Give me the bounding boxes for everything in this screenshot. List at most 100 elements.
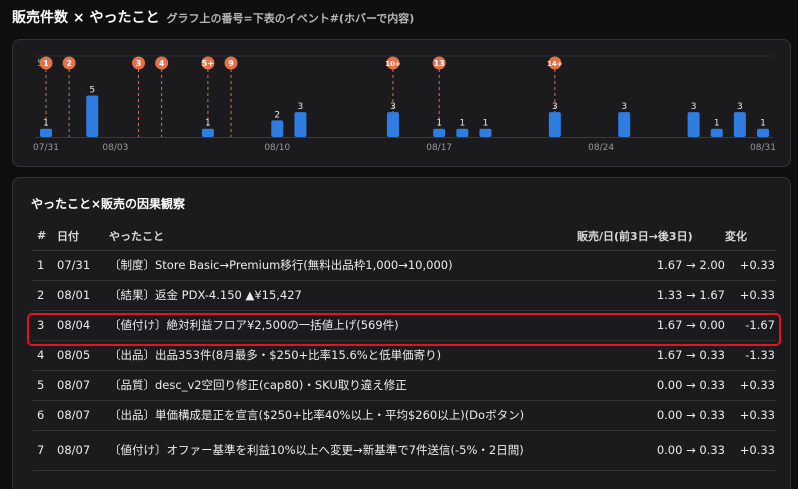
page-header: 販売件数 × やったこと グラフ上の番号=下表のイベント#(ホバーで内容)	[12, 7, 414, 29]
chart-edge-label: 5	[37, 59, 43, 69]
bar-value-label: 1	[483, 119, 489, 129]
bar-value-label: 3	[737, 102, 743, 112]
row-num: 5	[33, 370, 57, 401]
row-date: 08/07	[57, 400, 109, 431]
row-action: 〔出品〕単価構成是正を宣言($250+比率40%以上・平均$260以上)(Doボ…	[109, 400, 577, 431]
chart-bar	[86, 95, 99, 137]
row-num: 2	[33, 280, 57, 311]
column-header-date[interactable]: 日付	[57, 222, 109, 251]
page-title: 販売件数 × やったこと	[12, 10, 160, 26]
sales-bar-chart: 15123 31 1 13 3 31311 2 3 4 5+ 9 10+ 13 14+507/31 08/0…	[33, 55, 776, 153]
chart-bar	[201, 128, 214, 137]
row-action: 〔値付け〕絶対利益フロア¥2,500の一括値上げ(569件)	[109, 310, 577, 341]
chart-bar	[687, 112, 700, 137]
bar-value-label: 3	[621, 102, 627, 112]
bar-value-label: 1	[205, 119, 211, 129]
bar-value-label: 2	[274, 110, 280, 120]
table-header-row: # 日付 やったこと 販売/日(前3日→後3日) 変化	[33, 222, 775, 251]
events-table-panel: やったこと×販売の因果観察 # 日付 やったこと 販売/日(前3日→後3日) 変…	[12, 177, 791, 489]
row-sales: 1.67 → 2.00	[577, 250, 725, 281]
chart-bar	[294, 112, 307, 137]
row-change: +0.33	[725, 280, 775, 311]
table-title: やったこと×販売の因果観察	[31, 197, 186, 211]
row-change: -1.33	[725, 340, 775, 371]
row-date: 08/04	[57, 310, 109, 341]
x-tick-label: 08/24	[588, 143, 614, 153]
chart-bar	[456, 128, 469, 137]
bar-value-label: 3	[298, 102, 304, 112]
row-date: 07/31	[57, 250, 109, 281]
row-num: 6	[33, 400, 57, 431]
row-date: 08/05	[57, 340, 109, 371]
table-row[interactable]: 1 07/31 〔制度〕Store Basic→Premium移行(無料出品枠1…	[33, 250, 775, 281]
row-action: 〔結果〕返金 PDX-4.150 ▲¥15,427	[109, 280, 577, 311]
column-header-action[interactable]: やったこと	[109, 222, 577, 251]
chart-bar	[433, 128, 446, 137]
row-change: +0.33	[725, 370, 775, 401]
bar-value-label: 3	[552, 102, 558, 112]
table-row[interactable]: 4 08/05 〔出品〕出品353件(8月最多・$250+比率15.6%と低単価…	[33, 340, 775, 371]
table-row[interactable]: 2 08/01 〔結果〕返金 PDX-4.150 ▲¥15,427 1.33 →…	[33, 280, 775, 311]
bar-value-label: 1	[714, 119, 720, 129]
row-sales: 1.67 → 0.00	[577, 310, 725, 341]
bar-value-label: 3	[390, 102, 396, 112]
bar-value-label: 1	[459, 119, 465, 129]
bar-value-label: 5	[89, 86, 95, 96]
column-header-change[interactable]: 変化	[725, 222, 775, 251]
sales-chart-panel: 1 5 1 2 3 3 1 1 1 3 3 3 1 3 1 1 2 3 4 5+ 9 10+ 13 14+ 5 07/31 08/0…	[12, 39, 791, 167]
chart-bar	[386, 112, 399, 137]
table-row[interactable]: 5 08/07 〔品質〕desc_v2空回り修正(cap80)・SKU取り違え修…	[33, 370, 775, 401]
row-action: 〔値付け〕オファー基準を利益10%以上へ変更→新基準で7件送信(-5%・2日間)	[109, 430, 577, 471]
row-num: 1	[33, 250, 57, 281]
x-tick-label: 08/31	[750, 143, 776, 153]
bar-value-label: 3	[691, 102, 697, 112]
row-num: 3	[33, 310, 57, 341]
chart-bar	[710, 128, 723, 137]
chart-bar	[733, 112, 746, 137]
chart-bar	[757, 128, 769, 137]
event-marker-label: 2	[66, 59, 72, 68]
row-action: 〔品質〕desc_v2空回り修正(cap80)・SKU取り違え修正	[109, 370, 577, 401]
x-tick-label: 08/17	[426, 143, 452, 153]
row-sales: 0.00 → 0.33	[577, 370, 725, 401]
column-header-num[interactable]: #	[33, 222, 57, 251]
row-change: +0.33	[725, 250, 775, 281]
row-num: 7	[33, 430, 57, 471]
row-date: 08/07	[57, 430, 109, 471]
column-header-sales[interactable]: 販売/日(前3日→後3日)	[577, 222, 725, 251]
event-marker-label: 3	[136, 59, 142, 68]
row-change: -1.67	[725, 310, 775, 341]
row-sales: 0.00 → 0.33	[577, 400, 725, 431]
x-tick-label: 08/10	[264, 143, 290, 153]
x-tick-label: 07/31	[33, 143, 59, 153]
row-change: +0.33	[725, 400, 775, 431]
table-row[interactable]: 3 08/04 〔値付け〕絶対利益フロア¥2,500の一括値上げ(569件) 1…	[33, 310, 775, 341]
row-num: 4	[33, 340, 57, 371]
event-marker-label: 10+	[385, 60, 401, 68]
x-tick-label: 08/03	[102, 143, 128, 153]
event-marker-label: 13	[434, 59, 445, 68]
row-sales: 1.67 → 0.33	[577, 340, 725, 371]
row-date: 08/07	[57, 370, 109, 401]
chart-bar	[548, 112, 561, 137]
event-marker-label: 14+	[547, 60, 563, 68]
table-row[interactable]: 6 08/07 〔出品〕単価構成是正を宣言($250+比率40%以上・平均$26…	[33, 400, 775, 431]
row-date: 08/01	[57, 280, 109, 311]
event-marker-label: 1	[43, 59, 49, 68]
event-marker-label: 4	[159, 59, 165, 68]
chart-bar	[40, 128, 52, 137]
events-table: # 日付 やったこと 販売/日(前3日→後3日) 変化 1 07/31 〔制度〕…	[33, 222, 775, 471]
chart-bar	[479, 128, 492, 137]
bar-value-label: 1	[43, 119, 49, 129]
bar-value-label: 1	[436, 119, 442, 129]
row-sales: 0.00 → 0.33	[577, 430, 725, 471]
bar-value-label: 1	[760, 119, 766, 129]
table-row[interactable]: 7 08/07 〔値付け〕オファー基準を利益10%以上へ変更→新基準で7件送信(…	[33, 430, 775, 471]
row-action: 〔制度〕Store Basic→Premium移行(無料出品枠1,000→10,…	[109, 250, 577, 281]
event-marker-label: 5+	[202, 59, 214, 68]
chart-bar	[271, 120, 284, 137]
page-subtitle: グラフ上の番号=下表のイベント#(ホバーで内容)	[166, 12, 415, 25]
event-marker-label: 9	[228, 59, 234, 68]
row-change: +0.33	[725, 430, 775, 471]
row-action: 〔出品〕出品353件(8月最多・$250+比率15.6%と低単価寄り)	[109, 340, 577, 371]
